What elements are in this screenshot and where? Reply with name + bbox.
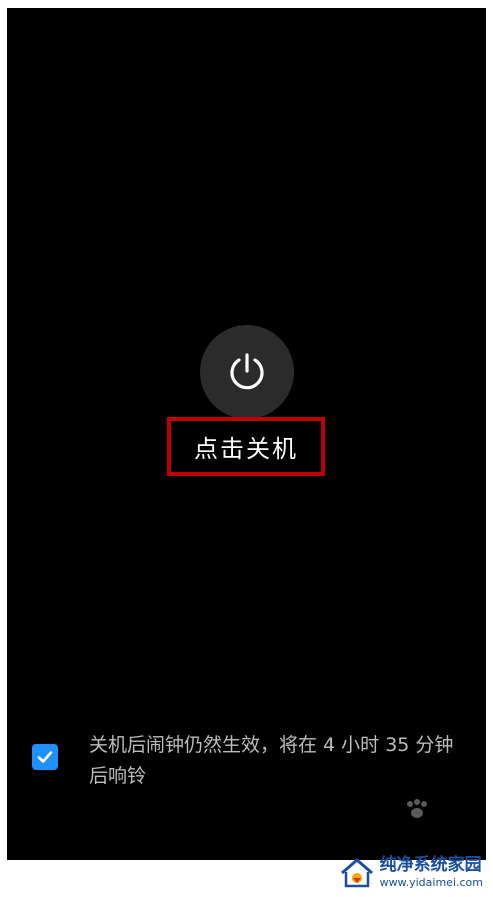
- screenshot-frame: 点击关机 关机后闹钟仍然生效，将在 4 小时 35 分钟后响铃 纯净系统家园 w…: [0, 0, 493, 897]
- watermark-url: www.yidaimei.com: [379, 875, 483, 889]
- site-watermark: 纯净系统家园 www.yidaimei.com: [338, 853, 483, 891]
- shutdown-label: 点击关机: [194, 435, 298, 463]
- watermark-title: 纯净系统家园: [379, 854, 482, 875]
- alarm-checkbox[interactable]: [32, 744, 58, 770]
- checkmark-icon: [37, 751, 53, 763]
- alarm-notice-row: 关机后闹钟仍然生效，将在 4 小时 35 分钟后响铃: [32, 730, 472, 792]
- power-icon: [230, 353, 264, 390]
- site-logo-icon: [340, 858, 373, 888]
- alarm-notice-text: 关机后闹钟仍然生效，将在 4 小时 35 分钟后响铃: [89, 734, 454, 787]
- paw-watermark-icon: [407, 799, 427, 818]
- shutdown-highlight-box[interactable]: 点击关机: [167, 417, 325, 476]
- shutdown-screen: 点击关机 关机后闹钟仍然生效，将在 4 小时 35 分钟后响铃: [7, 8, 486, 860]
- power-off-button[interactable]: [200, 325, 294, 419]
